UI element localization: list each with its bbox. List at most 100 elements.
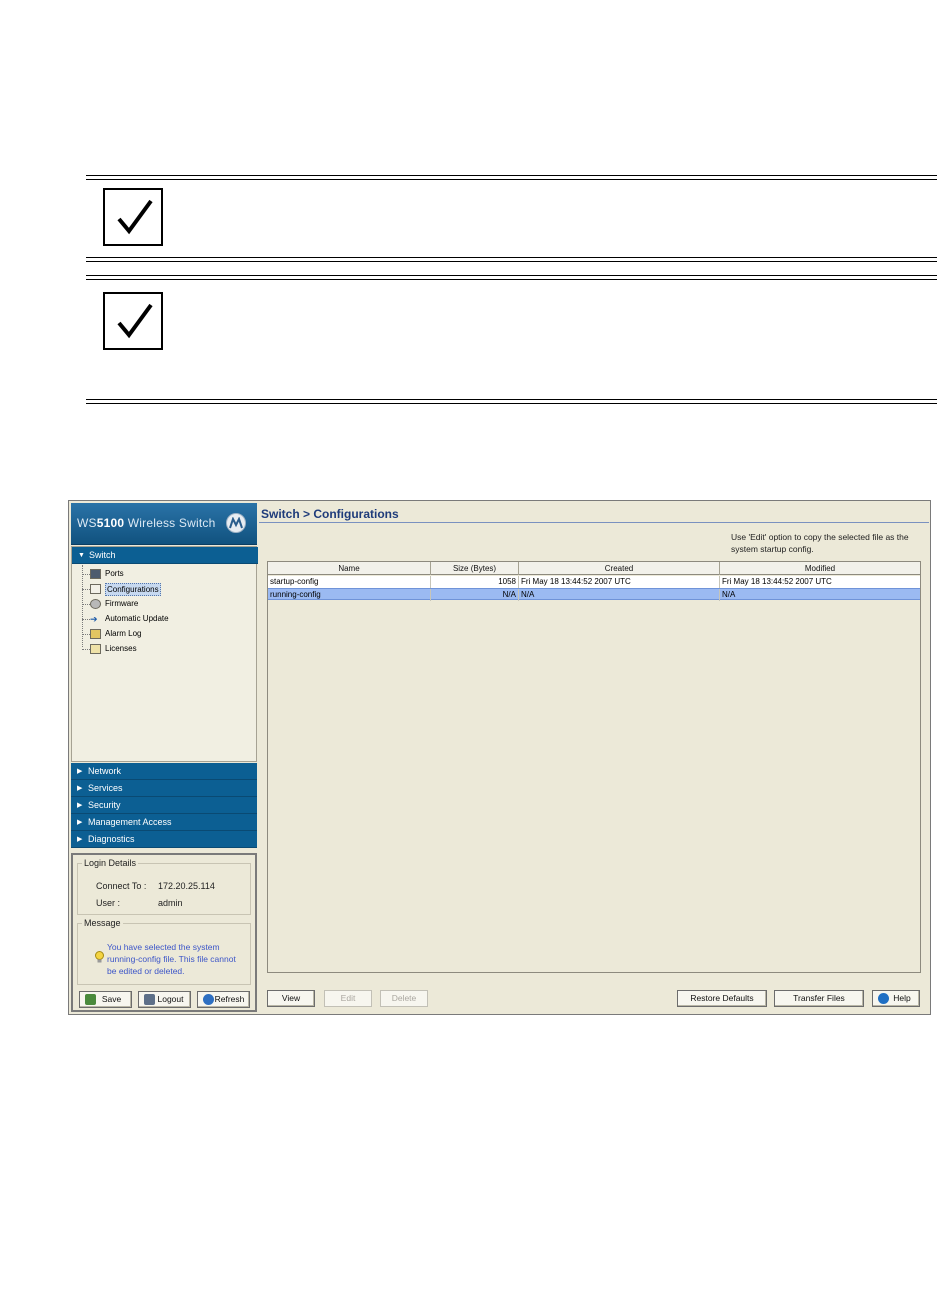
login-details-legend: Login Details	[82, 858, 139, 868]
view-button[interactable]: View	[267, 990, 315, 1007]
login-details-fieldset: Login Details Connect To : 172.20.25.114…	[77, 858, 251, 915]
nav-section-label: Services	[88, 783, 123, 793]
nav-section-management-access[interactable]: ▶ Management Access	[71, 814, 257, 831]
tree-branch	[82, 619, 90, 620]
switch-tree-panel: ▼ Switch Ports Configurations Firmware ➔…	[71, 546, 258, 762]
cell-size: N/A	[431, 589, 519, 601]
collapsed-arrow-icon: ▶	[77, 819, 83, 826]
edit-hint-text: Use 'Edit' option to copy the selected f…	[731, 532, 909, 554]
main-panel: Switch > Configurations Use 'Edit' optio…	[259, 503, 929, 1012]
sidebar: WS5100 Wireless Switch ▼ Switch Ports Co…	[71, 503, 258, 1012]
connect-to-label: Connect To :	[96, 881, 147, 891]
arrow-right-icon: ➔	[90, 614, 98, 624]
tree-branch	[82, 604, 90, 605]
checkmark-icon	[103, 292, 163, 350]
table-row[interactable]: startup-config 1058 Fri May 18 13:44:52 …	[268, 576, 920, 588]
note-rule-bottom-inner	[86, 261, 937, 262]
column-header-name[interactable]: Name	[268, 562, 431, 575]
message-text: You have selected the system running-con…	[107, 942, 236, 976]
tree-branch	[82, 589, 90, 590]
message-legend: Message	[82, 918, 123, 928]
tree-item-automatic-update[interactable]: ➔ Automatic Update	[72, 612, 258, 626]
table-row-selected[interactable]: running-config N/A N/A N/A	[268, 588, 920, 601]
user-label: User :	[96, 898, 121, 908]
tree-item-label: Automatic Update	[105, 614, 169, 623]
nav-section-label: Switch	[89, 550, 116, 560]
tree-item-ports[interactable]: Ports	[72, 567, 258, 581]
ports-icon	[90, 569, 101, 579]
note-rule-bottom	[86, 257, 937, 258]
nav-section-security[interactable]: ▶ Security	[71, 797, 257, 814]
expanded-arrow-icon: ▼	[78, 552, 85, 559]
tree-branch	[82, 574, 90, 575]
nav-section-switch[interactable]: ▼ Switch	[72, 547, 258, 564]
nav-section-diagnostics[interactable]: ▶ Diagnostics	[71, 831, 257, 848]
cell-created: N/A	[519, 589, 720, 601]
collapsed-arrow-icon: ▶	[77, 836, 83, 843]
nav-section-label: Security	[88, 800, 121, 810]
checkmark-icon	[103, 188, 163, 246]
connect-to-value: 172.20.25.114	[158, 881, 215, 891]
cell-modified: N/A	[722, 590, 736, 599]
brand-title: WS5100 Wireless Switch	[77, 516, 216, 530]
note-rule-bottom	[86, 399, 937, 400]
tree-item-label: Licenses	[105, 644, 137, 653]
transfer-files-button[interactable]: Transfer Files	[774, 990, 864, 1007]
brand-header: WS5100 Wireless Switch	[71, 503, 257, 545]
firmware-icon	[90, 599, 101, 609]
tree-item-licenses[interactable]: Licenses	[72, 642, 258, 656]
nav-section-label: Network	[88, 766, 122, 776]
help-button[interactable]: Help	[872, 990, 920, 1007]
tree-item-label: Alarm Log	[105, 629, 142, 638]
table-header: Name Size (Bytes) Created Modified	[268, 562, 920, 575]
wireless-switch-app: WS5100 Wireless Switch ▼ Switch Ports Co…	[68, 500, 931, 1015]
refresh-button[interactable]: Refresh	[197, 991, 250, 1008]
note-rule-top	[86, 175, 937, 176]
cell-name: startup-config	[268, 576, 431, 588]
column-header-created[interactable]: Created	[519, 562, 720, 575]
user-value: admin	[158, 898, 183, 908]
configurations-table: Name Size (Bytes) Created Modified start…	[267, 561, 921, 973]
note-rule-top-inner	[86, 179, 937, 180]
collapsed-arrow-icon: ▶	[77, 768, 83, 775]
column-header-modified[interactable]: Modified	[720, 562, 920, 575]
tree-item-label: Configurations	[105, 583, 161, 596]
collapsed-arrow-icon: ▶	[77, 785, 83, 792]
tree-item-firmware[interactable]: Firmware	[72, 597, 258, 611]
alarm-log-icon	[90, 629, 101, 639]
help-icon	[878, 993, 889, 1004]
collapsed-arrow-icon: ▶	[77, 802, 83, 809]
delete-button[interactable]: Delete	[380, 990, 428, 1007]
nav-section-network[interactable]: ▶ Network	[71, 763, 257, 780]
lightbulb-icon	[95, 951, 104, 969]
tree-item-configurations[interactable]: Configurations	[72, 582, 258, 596]
cell-name: running-config	[268, 589, 431, 601]
note-box-1	[86, 175, 937, 265]
title-divider	[259, 522, 929, 523]
cell-modified: Fri May 18 13:44:52 2007 UTC	[722, 577, 832, 586]
licenses-icon	[90, 644, 101, 654]
cell-created: Fri May 18 13:44:52 2007 UTC	[519, 576, 720, 588]
save-icon	[85, 994, 96, 1005]
note-rule-top	[86, 275, 937, 276]
login-details-panel: Login Details Connect To : 172.20.25.114…	[71, 853, 257, 1012]
restore-defaults-button[interactable]: Restore Defaults	[677, 990, 767, 1007]
note-box-2	[86, 275, 937, 407]
tree-item-label: Ports	[105, 569, 124, 578]
motorola-logo-icon	[226, 513, 246, 533]
cell-size: 1058	[431, 576, 519, 588]
edit-button[interactable]: Edit	[324, 990, 372, 1007]
tree-branch	[82, 649, 90, 650]
nav-section-label: Management Access	[88, 817, 172, 827]
refresh-icon	[203, 994, 214, 1005]
nav-section-services[interactable]: ▶ Services	[71, 780, 257, 797]
page-title: Switch > Configurations	[261, 507, 399, 521]
column-header-size[interactable]: Size (Bytes)	[431, 562, 519, 575]
tree-item-label: Firmware	[105, 599, 139, 608]
tree-item-alarm-log[interactable]: Alarm Log	[72, 627, 258, 641]
note-rule-bottom-inner	[86, 403, 937, 404]
logout-button[interactable]: Logout	[138, 991, 191, 1008]
logout-icon	[144, 994, 155, 1005]
save-button[interactable]: Save	[79, 991, 132, 1008]
nav-section-label: Diagnostics	[88, 834, 135, 844]
